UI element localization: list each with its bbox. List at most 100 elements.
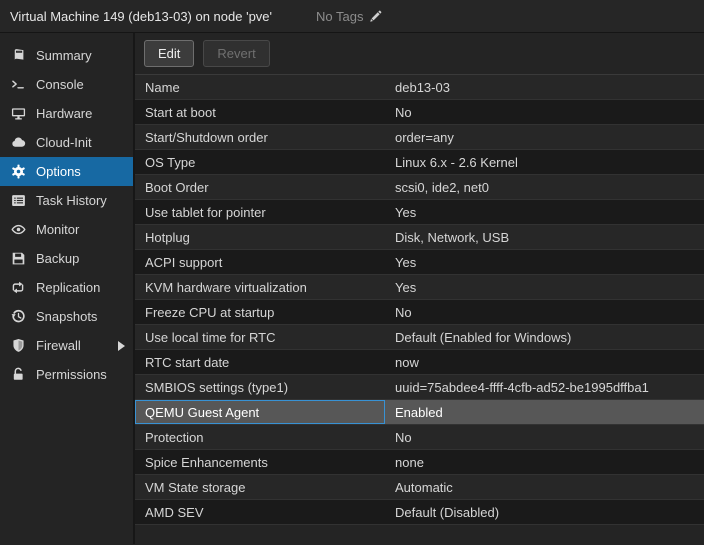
table-row[interactable]: OS Type Linux 6.x - 2.6 Kernel [135, 150, 704, 175]
sidebar-item-backup[interactable]: Backup [0, 244, 133, 273]
sidebar-item-label: Replication [36, 280, 100, 295]
option-value: Disk, Network, USB [385, 225, 704, 249]
unlock-icon [10, 367, 26, 383]
caret-right-icon [118, 341, 125, 351]
table-row[interactable]: Protection No [135, 425, 704, 450]
sidebar: Summary Console Hardware Cloud-Init Opti… [0, 33, 135, 544]
sidebar-item-label: Backup [36, 251, 79, 266]
cloud-icon [10, 135, 26, 151]
option-name: OS Type [135, 150, 385, 174]
table-row[interactable]: AMD SEV Default (Disabled) [135, 500, 704, 525]
shield-icon [10, 338, 26, 354]
option-value: No [385, 100, 704, 124]
content-panel: Edit Revert Name deb13-03 Start at boot … [135, 33, 704, 544]
option-value: Default (Enabled for Windows) [385, 325, 704, 349]
sidebar-item-label: Options [36, 164, 81, 179]
table-row[interactable]: SMBIOS settings (type1) uuid=75abdee4-ff… [135, 375, 704, 400]
gear-icon [10, 164, 26, 180]
option-value: Yes [385, 200, 704, 224]
table-row[interactable]: Freeze CPU at startup No [135, 300, 704, 325]
task-history-icon [10, 193, 26, 209]
option-name: Start at boot [135, 100, 385, 124]
page-title: Virtual Machine 149 (deb13-03) on node '… [10, 9, 272, 24]
sidebar-item-snapshots[interactable]: Snapshots [0, 302, 133, 331]
option-value: Default (Disabled) [385, 500, 704, 524]
eye-icon [10, 222, 26, 238]
retweet-icon [10, 280, 26, 296]
option-value: Yes [385, 275, 704, 299]
option-value: Enabled [385, 400, 704, 424]
option-name: Freeze CPU at startup [135, 300, 385, 324]
option-name: Spice Enhancements [135, 450, 385, 474]
table-row[interactable]: QEMU Guest Agent Enabled [135, 400, 704, 425]
sidebar-item-firewall[interactable]: Firewall [0, 331, 133, 360]
option-value: now [385, 350, 704, 374]
sidebar-item-label: Summary [36, 48, 92, 63]
option-name: VM State storage [135, 475, 385, 499]
option-name: Use local time for RTC [135, 325, 385, 349]
table-row[interactable]: Name deb13-03 [135, 75, 704, 100]
option-value: Yes [385, 250, 704, 274]
desktop-icon [10, 106, 26, 122]
edit-button[interactable]: Edit [144, 40, 194, 67]
sidebar-item-permissions[interactable]: Permissions [0, 360, 133, 389]
sidebar-item-task-history[interactable]: Task History [0, 186, 133, 215]
option-name: Start/Shutdown order [135, 125, 385, 149]
table-row[interactable]: Spice Enhancements none [135, 450, 704, 475]
sidebar-item-label: Monitor [36, 222, 79, 237]
table-row[interactable]: RTC start date now [135, 350, 704, 375]
floppy-icon [10, 251, 26, 267]
header: Virtual Machine 149 (deb13-03) on node '… [0, 0, 704, 33]
option-name: RTC start date [135, 350, 385, 374]
option-value: deb13-03 [385, 75, 704, 99]
sidebar-item-label: Hardware [36, 106, 92, 121]
book-icon [10, 48, 26, 64]
table-row[interactable]: Hotplug Disk, Network, USB [135, 225, 704, 250]
sidebar-item-label: Permissions [36, 367, 107, 382]
option-value: uuid=75abdee4-ffff-4cfb-ad52-be1995dffba… [385, 375, 704, 399]
option-value: none [385, 450, 704, 474]
tags-edit-button[interactable]: No Tags [316, 9, 382, 24]
option-name: KVM hardware virtualization [135, 275, 385, 299]
sidebar-item-label: Console [36, 77, 84, 92]
table-row[interactable]: Use local time for RTC Default (Enabled … [135, 325, 704, 350]
sidebar-item-monitor[interactable]: Monitor [0, 215, 133, 244]
sidebar-item-console[interactable]: Console [0, 70, 133, 99]
sidebar-item-label: Task History [36, 193, 107, 208]
option-value: Linux 6.x - 2.6 Kernel [385, 150, 704, 174]
option-name: AMD SEV [135, 500, 385, 524]
option-name: Use tablet for pointer [135, 200, 385, 224]
option-value: No [385, 300, 704, 324]
sidebar-item-options[interactable]: Options [0, 157, 133, 186]
no-tags-label: No Tags [316, 9, 363, 24]
sidebar-item-label: Firewall [36, 338, 81, 353]
option-name: Protection [135, 425, 385, 449]
option-name: Name [135, 75, 385, 99]
option-value: No [385, 425, 704, 449]
option-name: Boot Order [135, 175, 385, 199]
table-row[interactable]: ACPI support Yes [135, 250, 704, 275]
table-row[interactable]: Start/Shutdown order order=any [135, 125, 704, 150]
option-value: order=any [385, 125, 704, 149]
history-icon [10, 309, 26, 325]
table-row[interactable]: Start at boot No [135, 100, 704, 125]
revert-button[interactable]: Revert [203, 40, 269, 67]
table-row[interactable]: KVM hardware virtualization Yes [135, 275, 704, 300]
sidebar-item-replication[interactable]: Replication [0, 273, 133, 302]
option-name: QEMU Guest Agent [135, 400, 385, 424]
terminal-icon [10, 77, 26, 93]
sidebar-item-summary[interactable]: Summary [0, 41, 133, 70]
table-row[interactable]: Boot Order scsi0, ide2, net0 [135, 175, 704, 200]
table-row[interactable]: Use tablet for pointer Yes [135, 200, 704, 225]
sidebar-item-hardware[interactable]: Hardware [0, 99, 133, 128]
sidebar-item-label: Cloud-Init [36, 135, 92, 150]
option-name: Hotplug [135, 225, 385, 249]
sidebar-item-cloud-init[interactable]: Cloud-Init [0, 128, 133, 157]
pencil-icon [369, 10, 382, 23]
toolbar: Edit Revert [135, 33, 704, 75]
option-value: scsi0, ide2, net0 [385, 175, 704, 199]
option-name: SMBIOS settings (type1) [135, 375, 385, 399]
option-name: ACPI support [135, 250, 385, 274]
table-row[interactable]: VM State storage Automatic [135, 475, 704, 500]
options-table: Name deb13-03 Start at boot No Start/Shu… [135, 75, 704, 544]
